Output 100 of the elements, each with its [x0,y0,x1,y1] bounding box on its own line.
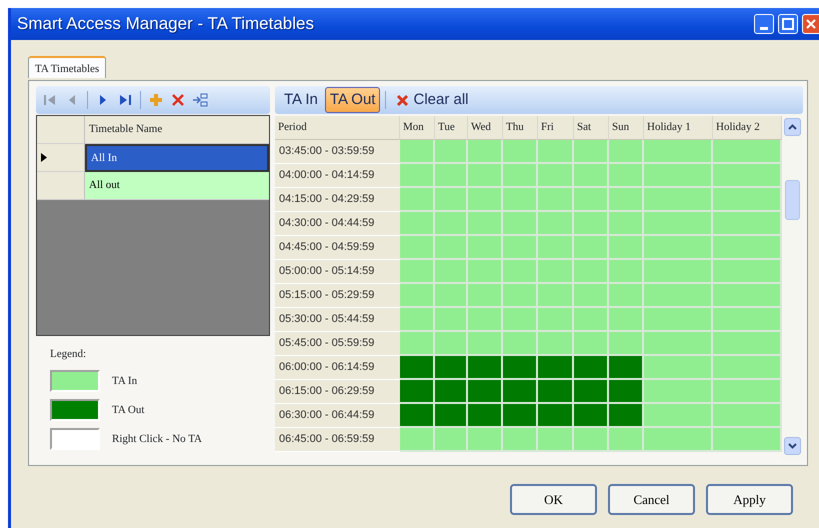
schedule-cell[interactable] [435,140,468,164]
schedule-cell[interactable] [503,260,538,284]
schedule-cell[interactable] [609,236,644,260]
schedule-cell[interactable] [503,284,538,308]
schedule-cell[interactable] [435,404,468,428]
schedule-cell[interactable] [435,428,468,452]
schedule-cell[interactable] [609,380,644,404]
schedule-cell[interactable] [400,236,435,260]
schedule-cell[interactable] [713,236,782,260]
schedule-cell[interactable] [468,428,503,452]
schedule-cell[interactable] [503,140,538,164]
schedule-cell[interactable] [468,380,503,404]
schedule-cell[interactable] [435,308,468,332]
schedule-cell[interactable] [713,380,782,404]
schedule-cell[interactable] [574,308,609,332]
schedule-cell[interactable] [503,164,538,188]
schedule-cell[interactable] [713,164,782,188]
schedule-cell[interactable] [609,260,644,284]
schedule-cell[interactable] [713,428,782,452]
timetable-name-cell[interactable]: All out [85,172,269,200]
schedule-cell[interactable] [713,332,782,356]
schedule-cell[interactable] [468,404,503,428]
schedule-cell[interactable] [644,380,713,404]
scrollbar-thumb[interactable] [785,180,800,220]
schedule-cell[interactable] [503,308,538,332]
schedule-cell[interactable] [503,404,538,428]
schedule-cell[interactable] [574,356,609,380]
schedule-cell[interactable] [503,332,538,356]
schedule-cell[interactable] [503,212,538,236]
schedule-cell[interactable] [609,332,644,356]
schedule-cell[interactable] [435,260,468,284]
schedule-cell[interactable] [468,236,503,260]
schedule-cell[interactable] [538,212,574,236]
schedule-cell[interactable] [400,140,435,164]
clear-all-button[interactable]: Clear all [391,87,474,113]
schedule-cell[interactable] [435,356,468,380]
schedule-cell[interactable] [435,188,468,212]
schedule-cell[interactable] [400,212,435,236]
minimize-button[interactable] [754,14,774,34]
schedule-cell[interactable] [609,356,644,380]
schedule-cell[interactable] [400,356,435,380]
schedule-cell[interactable] [713,260,782,284]
schedule-cell[interactable] [538,332,574,356]
schedule-cell[interactable] [713,212,782,236]
tab[interactable]: TA Timetables [28,56,106,78]
dialog-button[interactable]: Cancel [608,484,695,515]
scroll-down-button[interactable] [784,437,801,455]
schedule-cell[interactable] [538,380,574,404]
schedule-cell[interactable] [644,404,713,428]
schedule-cell[interactable] [435,380,468,404]
schedule-cell[interactable] [538,260,574,284]
schedule-cell[interactable] [644,308,713,332]
schedule-cell[interactable] [644,332,713,356]
schedule-cell[interactable] [644,188,713,212]
schedule-cell[interactable] [713,188,782,212]
schedule-cell[interactable] [713,356,782,380]
schedule-cell[interactable] [468,164,503,188]
schedule-cell[interactable] [538,356,574,380]
schedule-cell[interactable] [609,188,644,212]
schedule-cell[interactable] [713,308,782,332]
schedule-cell[interactable] [644,236,713,260]
schedule-cell[interactable] [574,332,609,356]
schedule-cell[interactable] [644,356,713,380]
schedule-cell[interactable] [609,212,644,236]
dialog-button[interactable]: OK [510,484,597,515]
schedule-cell[interactable] [538,236,574,260]
schedule-cell[interactable] [435,164,468,188]
schedule-cell[interactable] [468,356,503,380]
schedule-cell[interactable] [713,404,782,428]
schedule-cell[interactable] [400,188,435,212]
schedule-cell[interactable] [609,404,644,428]
schedule-cell[interactable] [609,308,644,332]
mode-button[interactable]: TA Out [324,87,380,113]
schedule-cell[interactable] [468,188,503,212]
schedule-cell[interactable] [538,308,574,332]
schedule-cell[interactable] [503,188,538,212]
schedule-cell[interactable] [400,308,435,332]
schedule-cell[interactable] [400,284,435,308]
schedule-cell[interactable] [400,164,435,188]
schedule-cell[interactable] [574,284,609,308]
schedule-cell[interactable] [609,140,644,164]
schedule-cell[interactable] [435,212,468,236]
schedule-cell[interactable] [538,140,574,164]
schedule-cell[interactable] [400,260,435,284]
schedule-cell[interactable] [435,332,468,356]
maximize-button[interactable] [778,14,798,34]
schedule-cell[interactable] [538,188,574,212]
schedule-cell[interactable] [400,404,435,428]
schedule-cell[interactable] [609,284,644,308]
schedule-cell[interactable] [574,236,609,260]
schedule-cell[interactable] [468,260,503,284]
schedule-cell[interactable] [538,284,574,308]
schedule-cell[interactable] [609,428,644,452]
schedule-cell[interactable] [713,284,782,308]
schedule-cell[interactable] [538,428,574,452]
mode-button[interactable]: TA In [279,87,323,113]
schedule-cell[interactable] [538,404,574,428]
schedule-cell[interactable] [400,428,435,452]
schedule-cell[interactable] [468,284,503,308]
schedule-cell[interactable] [574,260,609,284]
